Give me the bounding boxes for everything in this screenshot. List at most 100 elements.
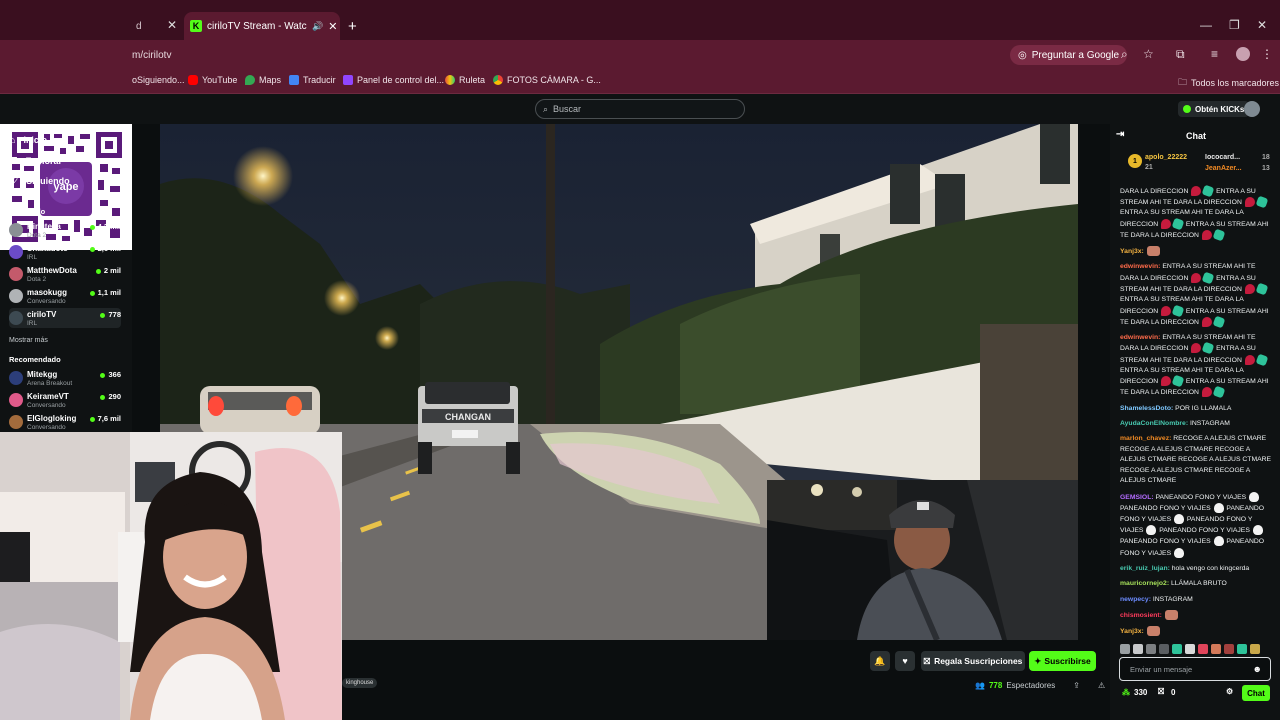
- show-more-link[interactable]: Mostrar más: [9, 337, 48, 344]
- emote-icon[interactable]: [1237, 644, 1247, 654]
- search-input[interactable]: ⌕ Buscar: [535, 99, 745, 119]
- emote-icon: [1201, 342, 1215, 355]
- send-chat-button[interactable]: Chat: [1242, 685, 1270, 701]
- sidebar-channel-masokugg[interactable]: masokugg Conversando 1,1 mil: [9, 286, 121, 306]
- emote-icon: [1252, 525, 1263, 536]
- bookmark-item[interactable]: oSiguiendo...: [132, 75, 185, 85]
- nav-siguiendo[interactable]: ♡ Siguiendo: [10, 175, 70, 186]
- chat-username[interactable]: GEMSIOL:: [1120, 493, 1156, 500]
- chat-username[interactable]: Yanj3x:: [1120, 628, 1146, 635]
- media-icon[interactable]: ≡: [1211, 47, 1218, 61]
- gift-icon[interactable]: ⛝: [1158, 687, 1164, 697]
- new-tab-button[interactable]: +: [348, 18, 357, 35]
- emote-icon[interactable]: [1250, 644, 1260, 654]
- subscribe-button[interactable]: ✦ Suscribirse: [1029, 651, 1096, 671]
- gifter-name[interactable]: JeanAzer...: [1205, 165, 1242, 172]
- emote-icon[interactable]: [1198, 644, 1208, 654]
- close-tab-icon[interactable]: ✕: [328, 20, 337, 33]
- chat-username[interactable]: edwinwevin:: [1120, 263, 1162, 270]
- ask-google-label: Preguntar a Google: [1031, 49, 1120, 61]
- bookmark-item[interactable]: Ruleta: [445, 75, 485, 85]
- viewer-number: 778: [988, 681, 1003, 690]
- chat-username[interactable]: chismosient:: [1120, 612, 1164, 619]
- close-tab-icon[interactable]: ✕: [167, 18, 177, 32]
- chat-username[interactable]: Yanj3x:: [1120, 248, 1146, 255]
- all-bookmarks-button[interactable]: 🗀 Todos los marcadores: [1178, 75, 1279, 91]
- gift-subs-button[interactable]: ⛝ Regala Suscripciones: [921, 651, 1025, 671]
- bookmark-item[interactable]: Traducir: [289, 75, 336, 85]
- notifications-bell-button[interactable]: 🔔: [870, 651, 890, 671]
- chat-username[interactable]: erik_ruiz_lujan:: [1120, 565, 1172, 572]
- extensions-icon[interactable]: ⧉: [1176, 47, 1185, 62]
- chat-text: PANEANDO FONO Y VIAJES: [1155, 493, 1249, 501]
- bookmark-item[interactable]: Maps: [245, 75, 281, 85]
- folder-icon: 🗀: [1178, 77, 1188, 87]
- address-bar[interactable]: m/cirilotv: [132, 50, 171, 61]
- gifter-name[interactable]: apolo_22222: [1145, 154, 1187, 161]
- chat-username[interactable]: marlon_chavez:: [1120, 435, 1173, 442]
- settings-gear-icon[interactable]: ⚙: [1226, 687, 1233, 696]
- get-kicks-button[interactable]: Obtén KICKs: [1178, 101, 1250, 117]
- gift-subs-label: Regala Suscripciones: [934, 656, 1023, 666]
- avatar: [9, 311, 23, 325]
- nav-inicio[interactable]: ⌂ Inicio: [10, 135, 47, 145]
- emote-icon[interactable]: [1133, 644, 1143, 654]
- chat-message-input[interactable]: Enviar un mensaje ☻: [1119, 657, 1271, 681]
- chat-username[interactable]: newpecy:: [1120, 596, 1153, 603]
- emoji-icon[interactable]: ☻: [1253, 664, 1262, 674]
- follow-heart-button[interactable]: ♥: [895, 651, 915, 671]
- zoom-icon[interactable]: ⌕: [1121, 47, 1128, 62]
- channel-name: masokugg: [27, 288, 68, 297]
- emote-icon[interactable]: [1185, 644, 1195, 654]
- kick-favicon-icon: K: [190, 20, 202, 32]
- avatar: [9, 289, 23, 303]
- bookmark-item[interactable]: YouTube: [188, 75, 237, 85]
- sidebar-channel-elglogloking[interactable]: ElGlogloking Conversando 7,6 mil: [9, 412, 121, 432]
- emote-icon: [1201, 184, 1215, 198]
- close-window-icon[interactable]: ✕: [1257, 18, 1267, 32]
- chat-username[interactable]: edwinwevin:: [1120, 334, 1162, 341]
- all-bookmarks-label: Todos los marcadores: [1191, 78, 1280, 88]
- sidebar-channel-mitekgg[interactable]: Mitekgg Arena Breakout 366: [9, 368, 121, 388]
- bookmark-label: oSiguiendo...: [132, 75, 185, 85]
- ask-google-button[interactable]: ◎ Preguntar a Google: [1010, 45, 1128, 65]
- sidebar-channel-cirilotv[interactable]: ciriloTV IRL 778: [9, 308, 121, 328]
- collapse-chat-icon[interactable]: ⇥: [1116, 129, 1124, 140]
- sidebar-channel-shakadoto[interactable]: Shakadoto IRL 2,6 mil: [9, 242, 121, 262]
- emote-icon: [1213, 536, 1224, 547]
- avatar: [9, 393, 23, 407]
- chat-panel: ⇥ Chat 1 apolo_22222 21 Iococard... 18 J…: [1110, 124, 1280, 720]
- emote-icon[interactable]: [1224, 644, 1234, 654]
- avatar: [9, 371, 23, 385]
- emote-icon[interactable]: [1172, 644, 1182, 654]
- nav-explorar[interactable]: ⊞ Explorar: [10, 155, 62, 166]
- share-icon[interactable]: ⇪: [1073, 681, 1080, 690]
- sidebar-channel-kingteka[interactable]: Kingteka Dota 2 4,3 mil: [9, 220, 121, 240]
- profile-avatar[interactable]: [1236, 47, 1250, 61]
- chat-username[interactable]: mauricornejo2:: [1120, 580, 1171, 587]
- minimize-icon[interactable]: —: [1200, 18, 1212, 32]
- dashboard-icon: [343, 75, 353, 85]
- report-warning-icon[interactable]: ⚠: [1098, 681, 1105, 690]
- stream-tag[interactable]: kinghouse: [342, 678, 378, 688]
- sidebar-channel-keiramevt[interactable]: KeirameVT Conversando 290: [9, 390, 121, 410]
- chat-username[interactable]: AyudaConElNombre:: [1120, 420, 1190, 427]
- tab-active[interactable]: K ciriloTV Stream - Watch Live 🔊 ✕: [184, 12, 340, 40]
- gifter-name[interactable]: Iococard...: [1205, 154, 1240, 161]
- chat-username[interactable]: ShamelessDoto:: [1120, 405, 1175, 412]
- bookmark-item[interactable]: FOTOS CÁMARA - G...: [493, 75, 601, 85]
- emote-icon[interactable]: [1211, 644, 1221, 654]
- emote-icon: [1213, 502, 1224, 513]
- maximize-icon[interactable]: ❐: [1229, 18, 1240, 32]
- user-avatar[interactable]: [1244, 101, 1260, 117]
- menu-icon[interactable]: ⋮: [1261, 47, 1273, 61]
- sidebar-channel-matthewdota[interactable]: MatthewDota Dota 2 2 mil: [9, 264, 121, 284]
- speaker-icon[interactable]: 🔊: [312, 21, 323, 32]
- bookmark-label: Panel de control del...: [357, 75, 445, 85]
- emote-icon[interactable]: [1159, 644, 1169, 654]
- emote-icon[interactable]: [1120, 644, 1130, 654]
- emote-icon[interactable]: [1146, 644, 1156, 654]
- rank-badge: 1: [1128, 154, 1142, 168]
- bookmark-star-icon[interactable]: ☆: [1143, 47, 1154, 61]
- bookmark-item[interactable]: Panel de control del...: [343, 75, 444, 85]
